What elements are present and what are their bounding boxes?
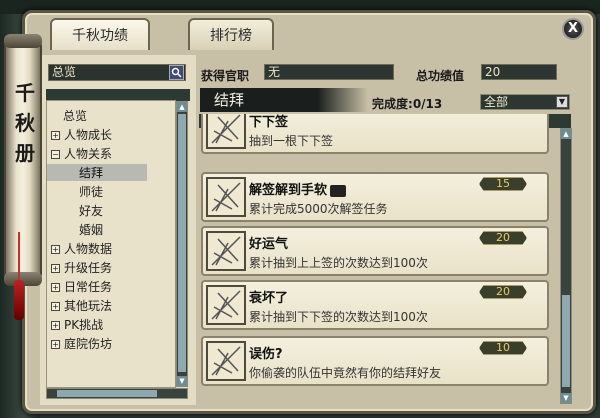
hscrollbar-thumb[interactable] <box>57 390 157 397</box>
tree-item-overview[interactable]: 总览 <box>63 107 87 124</box>
bamboo-icon <box>206 114 246 149</box>
scrollbar-thumb[interactable] <box>562 295 570 387</box>
tree-item-label: 其他玩法 <box>64 299 113 313</box>
tree-item-pk[interactable]: + PK挑战 <box>51 316 103 333</box>
achievement-card[interactable]: 下下签 抽到一根下下签 <box>201 114 549 154</box>
tree-item-growth[interactable]: + 人物成长 <box>51 126 112 143</box>
achievement-title: 好运气 <box>249 237 289 252</box>
achievement-points: 15 <box>479 177 527 191</box>
collapse-icon[interactable]: − <box>51 150 60 159</box>
tassel <box>14 280 24 320</box>
bamboo-icon <box>206 231 246 271</box>
list-scrollbar[interactable]: ▲ ▼ <box>560 128 572 404</box>
progress-value: 0/13 <box>412 97 443 111</box>
tree-item-label: 日常任务 <box>64 280 113 294</box>
expand-icon[interactable]: + <box>51 283 60 292</box>
tab-ranking[interactable]: 排行榜 <box>188 18 274 50</box>
tree-item-daily[interactable]: + 日常任务 <box>51 278 112 295</box>
scroll-ornament: 千秋册 <box>4 34 42 286</box>
progress-label: 完成度: <box>372 97 413 111</box>
search-button[interactable] <box>169 65 184 80</box>
tree-item-marriage[interactable]: 婚姻 <box>79 221 103 238</box>
tree-item-data[interactable]: + 人物数据 <box>51 240 112 257</box>
tree-item-levelup[interactable]: + 升级任务 <box>51 259 112 276</box>
tree-hscrollbar[interactable] <box>46 388 188 399</box>
tree-item-relations[interactable]: − 人物关系 <box>51 145 112 162</box>
category-tree: 总览 + 人物成长 − 人物关系 结拜 师徒 好友 婚姻 + 人物数据 + 升级任务 +… <box>46 100 176 388</box>
achievement-title-text: 解签解到手软 <box>249 183 328 198</box>
close-button[interactable]: X <box>562 18 584 40</box>
scroll-title: 千秋册 <box>15 81 35 165</box>
search-icon <box>171 67 182 78</box>
progress-readout: 完成度:0/13 <box>372 95 442 112</box>
tree-item-mentor[interactable]: 师徒 <box>79 183 103 200</box>
close-icon: X <box>567 21 579 36</box>
achievement-card[interactable]: 误伤? 你偷袭的队伍中竟然有你的结拜好友 10 <box>201 336 549 386</box>
search-input[interactable]: 总览 <box>48 64 186 81</box>
scroll-cap-top <box>4 34 42 48</box>
tree-item-label: PK挑战 <box>64 318 104 332</box>
official-title-label: 获得官职 <box>201 69 250 83</box>
tree-item-label: 人物数据 <box>64 242 113 256</box>
achievement-list: 下下签 抽到一根下下签 解签解到手软 累计完成5000次解签任务 15 好运气 … <box>199 114 557 404</box>
tree-item-friends[interactable]: 好友 <box>79 202 103 219</box>
scroll-down-icon[interactable]: ▼ <box>561 393 571 403</box>
expand-icon[interactable]: + <box>51 245 60 254</box>
category-banner: 结拜 <box>200 88 368 112</box>
tree-item-courtyard[interactable]: + 庭院伤坊 <box>51 335 112 352</box>
scroll-down-icon[interactable]: ▼ <box>177 376 187 386</box>
expand-icon[interactable]: + <box>51 302 60 311</box>
scroll-up-icon[interactable]: ▲ <box>561 129 571 139</box>
bamboo-icon <box>206 341 246 381</box>
tree-item-sworn[interactable]: 结拜 <box>47 164 147 181</box>
expand-icon[interactable]: + <box>51 340 60 349</box>
expand-icon[interactable]: + <box>51 264 60 273</box>
tree-scrollbar[interactable]: ▲ ▼ <box>176 101 188 387</box>
achievement-desc: 抽到一根下下签 <box>249 134 334 148</box>
achievement-points: 20 <box>479 231 527 245</box>
achievement-card[interactable]: 好运气 累计抽到上上签的次数达到100次 20 <box>201 226 549 276</box>
bamboo-icon <box>206 177 246 217</box>
official-title-field: 无 <box>264 64 394 80</box>
tree-item-label: 庭院伤坊 <box>64 337 113 351</box>
chevron-down-icon[interactable]: ▼ <box>556 96 568 108</box>
achievement-card[interactable]: 衰坏了 累计抽到下下签的次数达到100次 20 <box>201 280 549 330</box>
achievement-title: 衰坏了 <box>249 291 289 306</box>
achievement-desc: 累计抽到下下签的次数达到100次 <box>249 310 428 324</box>
tree-item-other[interactable]: + 其他玩法 <box>51 297 112 314</box>
tree-item-label: 升级任务 <box>64 261 113 275</box>
tree-item-label: 人物成长 <box>64 128 113 142</box>
tab-achievements[interactable]: 千秋功绩 <box>50 18 150 50</box>
achievement-desc: 你偷袭的队伍中竟然有你的结拜好友 <box>249 366 442 380</box>
scroll-up-icon[interactable]: ▲ <box>177 102 187 112</box>
filter-value: 全部 <box>484 95 509 109</box>
filter-dropdown[interactable]: 全部 ▼ <box>480 94 570 110</box>
scrollbar-thumb[interactable] <box>178 114 186 372</box>
tassel-cord <box>18 232 20 282</box>
book-icon <box>330 184 347 197</box>
total-score-field: 20 <box>481 64 557 80</box>
expand-icon[interactable]: + <box>51 321 60 330</box>
achievement-title: 下下签 <box>249 115 289 130</box>
expand-icon[interactable]: + <box>51 131 60 140</box>
achievement-desc: 累计完成5000次解签任务 <box>249 202 388 216</box>
total-score-label: 总功绩值 <box>416 69 465 83</box>
bamboo-icon <box>206 285 246 325</box>
achievement-desc: 累计抽到上上签的次数达到100次 <box>249 256 428 270</box>
achievement-points: 20 <box>479 285 527 299</box>
achievement-title: 误伤? <box>249 347 283 362</box>
achievement-title: 解签解到手软 <box>249 179 347 198</box>
achievement-points: 10 <box>479 341 527 355</box>
tree-item-label: 人物关系 <box>64 147 113 161</box>
achievement-card[interactable]: 解签解到手软 累计完成5000次解签任务 15 <box>201 172 549 222</box>
